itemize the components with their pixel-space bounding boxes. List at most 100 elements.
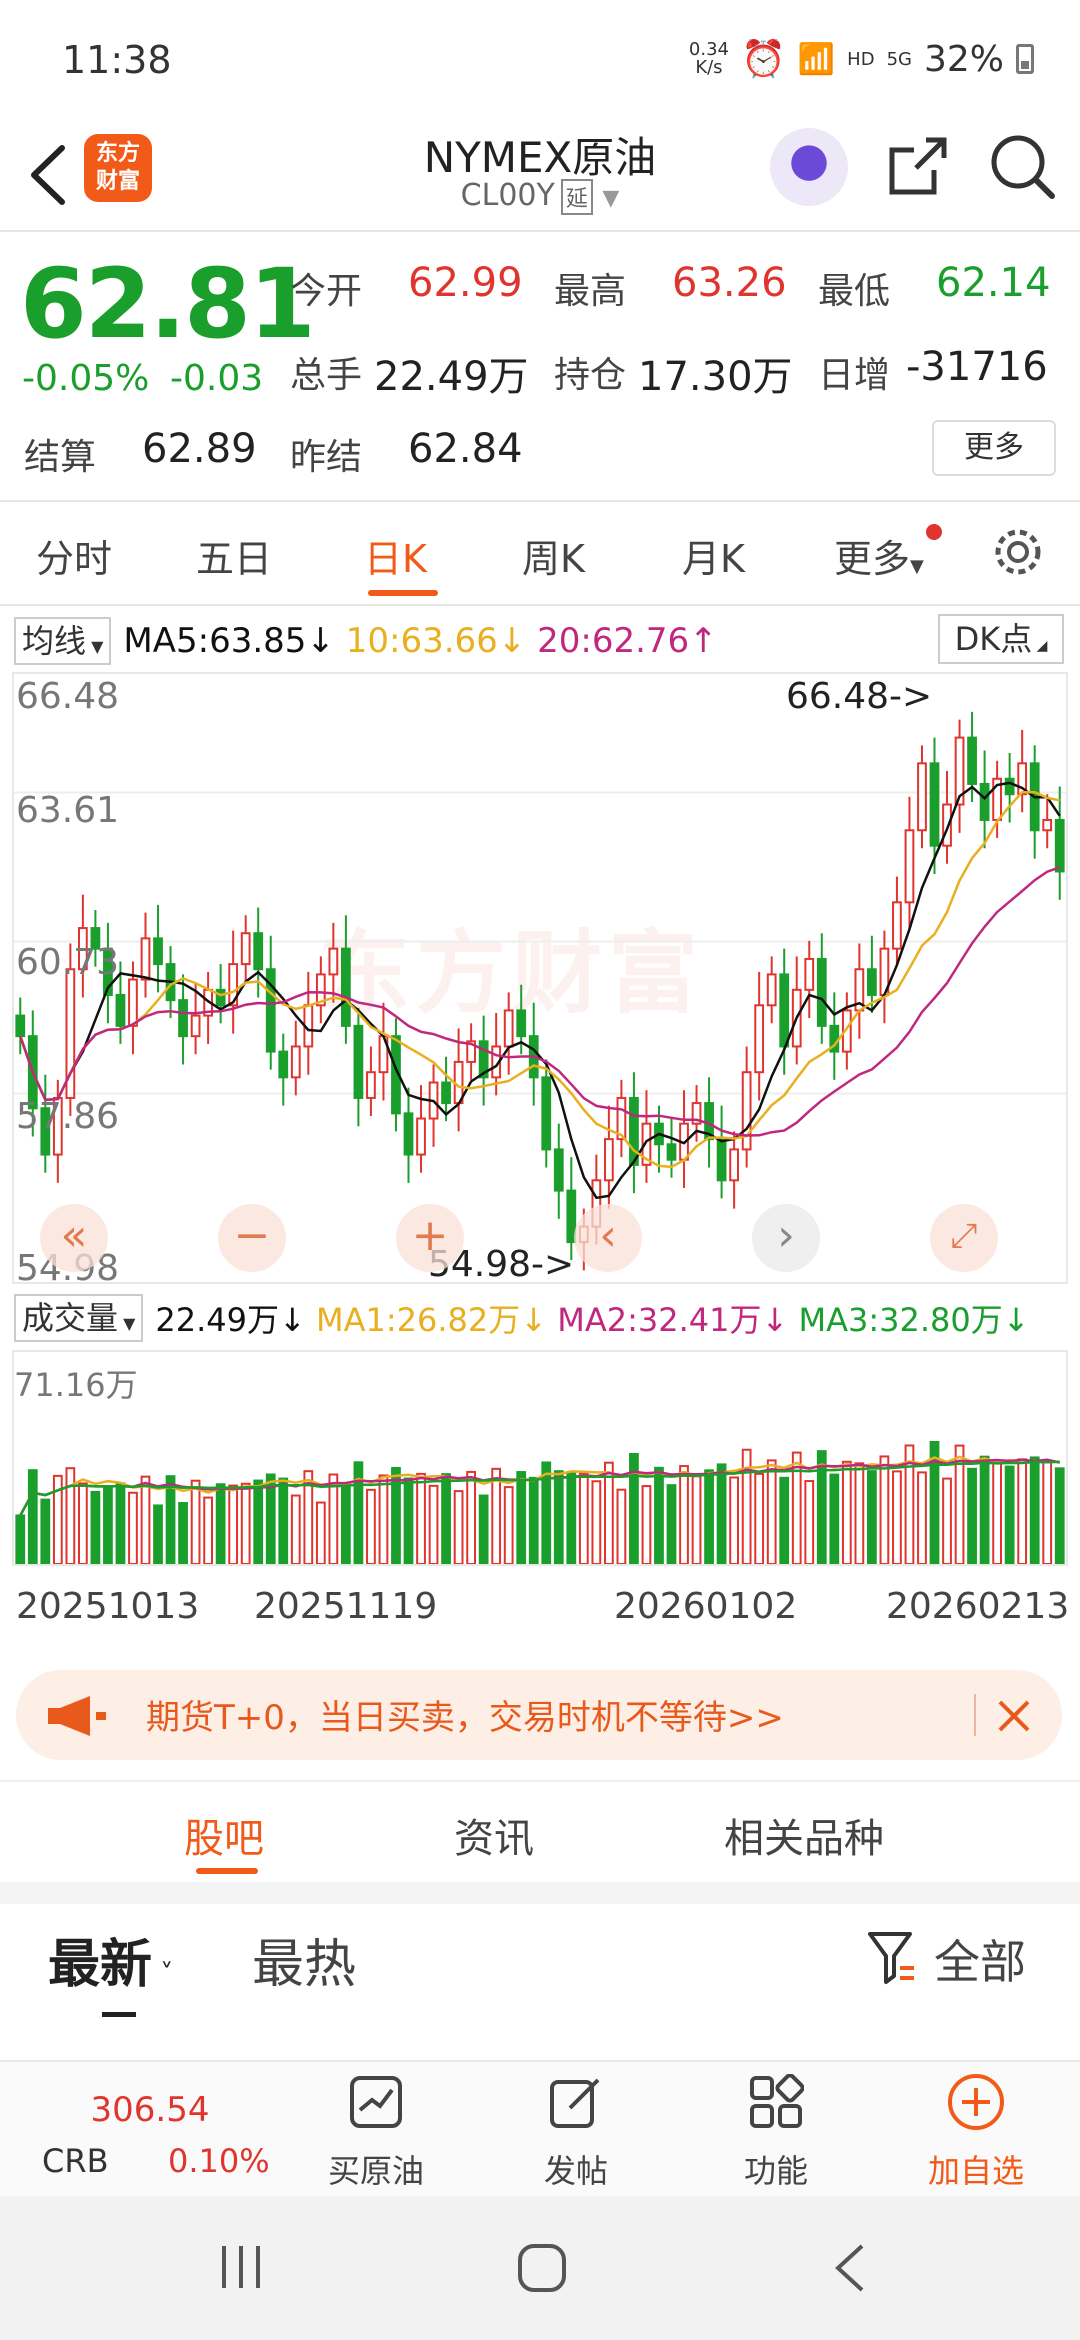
candle-body xyxy=(115,993,126,1027)
tab-forum[interactable]: 股吧 xyxy=(184,1806,264,1864)
volume-bar xyxy=(466,1470,477,1564)
crb-percent: 0.10% xyxy=(168,2142,270,2180)
tab-weekly-k[interactable]: 周K xyxy=(522,528,585,583)
volume-bar xyxy=(278,1477,289,1564)
fullscreen-icon[interactable]: ⤢ xyxy=(930,1204,998,1272)
functions-button[interactable]: 功能 xyxy=(676,2062,876,2198)
volume-bar xyxy=(553,1470,564,1564)
volume-bar xyxy=(942,1477,952,1564)
ma20-line xyxy=(19,866,1061,1137)
ma10-line xyxy=(19,790,1060,1169)
candle-body xyxy=(553,1148,564,1192)
candle-body xyxy=(366,1071,376,1099)
active-tab-indicator xyxy=(368,590,438,596)
volume-bar xyxy=(103,1485,113,1564)
volume-bar xyxy=(516,1471,527,1564)
caret-down-icon: ▼ xyxy=(86,637,104,656)
crb-value: 306.54 xyxy=(90,2090,210,2130)
crb-index[interactable]: 306.54 CRB 0.10% xyxy=(40,2086,270,2180)
gear-icon[interactable] xyxy=(990,524,1046,580)
contract-code[interactable]: CL00Y 延 ▼ xyxy=(300,178,780,215)
candle-body xyxy=(754,1004,765,1074)
tab-daily-k[interactable]: 日K xyxy=(364,528,427,583)
volume-bar xyxy=(566,1472,577,1564)
open-value: 62.99 xyxy=(408,260,523,306)
candle-body xyxy=(153,937,163,966)
indicator-select[interactable]: 均线 ▼ xyxy=(14,617,112,665)
x-tick-label: 20251119 xyxy=(254,1586,438,1627)
volume-bar xyxy=(666,1484,677,1564)
volume-bar xyxy=(253,1479,264,1564)
more-quote-button[interactable]: 更多 xyxy=(932,420,1056,476)
candle-body xyxy=(15,1014,26,1038)
volume-bar xyxy=(766,1459,777,1564)
plus-circle-icon xyxy=(948,2074,1004,2130)
buy-crude-button[interactable]: 买原油 xyxy=(276,2062,476,2198)
candle-body xyxy=(1054,818,1065,873)
tab-related[interactable]: 相关品种 xyxy=(724,1806,884,1864)
assistant-avatar-icon[interactable] xyxy=(770,128,848,206)
volume-bar xyxy=(779,1476,790,1564)
volume-bar xyxy=(879,1455,890,1564)
volume-label: 总手 xyxy=(290,355,363,396)
share-icon[interactable] xyxy=(886,134,950,198)
volume-chart[interactable] xyxy=(14,1352,1066,1564)
y-tick-label: 66.48 xyxy=(16,676,120,717)
recent-apps-icon[interactable] xyxy=(216,2242,266,2292)
volume-bar xyxy=(616,1488,627,1564)
divider xyxy=(0,604,1080,606)
filter-hottest[interactable]: 最热 xyxy=(252,1922,356,1997)
volume-bar xyxy=(866,1470,877,1564)
post-button[interactable]: 发帖 xyxy=(476,2062,676,2198)
home-icon[interactable] xyxy=(516,2242,568,2294)
kline-chart[interactable] xyxy=(14,674,1066,1282)
volume-bar xyxy=(453,1490,464,1564)
volume-bar xyxy=(967,1467,977,1564)
candle-body xyxy=(816,957,827,1027)
promo-banner[interactable]: 期货T+0，当日买卖，交易时机不等待>> xyxy=(16,1670,1062,1760)
zoom-out-icon[interactable]: − xyxy=(218,1204,286,1272)
status-icons: 0.34 K/s ⏰ 📶 HD 5G 32% xyxy=(689,38,1034,80)
tab-news[interactable]: 资讯 xyxy=(454,1806,534,1864)
volume-bar xyxy=(804,1480,815,1564)
volume-bar xyxy=(441,1473,451,1564)
volume-bar xyxy=(40,1498,51,1564)
filter-newest[interactable]: 最新 ˅ xyxy=(48,1922,173,1997)
tab-intraday[interactable]: 分时 xyxy=(36,528,112,583)
tab-more[interactable]: 更多▼ xyxy=(834,528,924,583)
volume-bar xyxy=(791,1451,802,1564)
candle-body xyxy=(503,1009,514,1048)
prev-icon[interactable]: ‹ xyxy=(574,1204,642,1272)
back-icon[interactable] xyxy=(830,2242,870,2294)
search-icon[interactable] xyxy=(988,132,1056,200)
x-tick-label: 20251013 xyxy=(16,1586,200,1627)
add-watchlist-button[interactable]: 加自选 xyxy=(876,2062,1076,2198)
y-tick-label: 63.61 xyxy=(16,790,120,831)
dk-point-button[interactable]: DK点 ◢ xyxy=(938,614,1064,664)
daily-increase-label: 日增 xyxy=(818,355,891,396)
volume-legend: 成交量 ▼ 22.49万↓ MA1:26.82万↓ MA2:32.41万↓ MA… xyxy=(14,1292,1030,1344)
volume-bar xyxy=(528,1476,539,1564)
filter-icon[interactable] xyxy=(866,1928,918,1986)
volume-bar xyxy=(1042,1459,1053,1564)
volume-bar xyxy=(591,1480,602,1564)
close-icon[interactable] xyxy=(994,1696,1034,1736)
volume-indicator-select[interactable]: 成交量 ▼ xyxy=(14,1294,144,1342)
filter-all[interactable]: 全部 xyxy=(934,1926,1026,1992)
caret-down-icon: ▼ xyxy=(118,1314,136,1333)
back-arrow-icon[interactable] xyxy=(22,140,82,210)
signal-label: 5G xyxy=(886,48,912,70)
candle-body xyxy=(892,901,902,950)
notification-dot xyxy=(926,524,942,540)
volume-bar xyxy=(1054,1467,1065,1564)
scroll-left-icon[interactable]: « xyxy=(40,1204,108,1272)
zoom-in-icon[interactable]: + xyxy=(396,1204,464,1272)
volume-bar xyxy=(729,1476,740,1564)
next-icon[interactable]: › xyxy=(752,1204,820,1272)
tab-monthly-k[interactable]: 月K xyxy=(682,528,745,583)
tab-five-day[interactable]: 五日 xyxy=(196,528,272,583)
candle-body xyxy=(240,932,251,966)
volume-bar xyxy=(654,1466,664,1564)
volume-bar xyxy=(629,1453,639,1564)
prev-settle-value: 62.84 xyxy=(408,426,523,472)
